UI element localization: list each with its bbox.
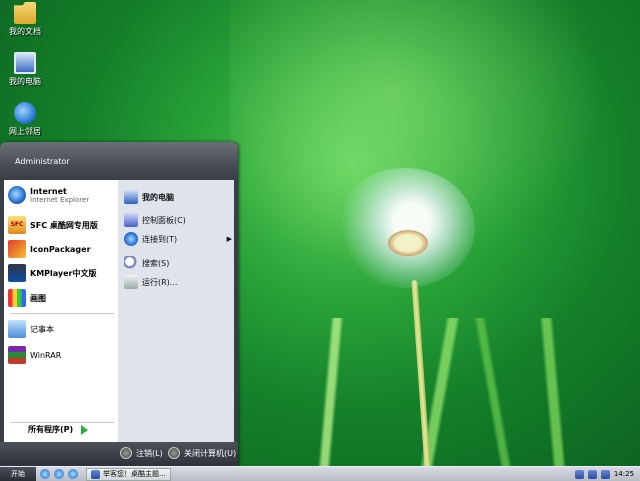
control-panel-icon [124, 213, 138, 227]
start-menu: Administrator Internet Internet Explorer… [0, 142, 238, 466]
clock: 14:25 [613, 470, 634, 478]
computer-icon [14, 52, 36, 74]
internet-explorer-icon [8, 186, 26, 204]
quicklaunch-media-icon[interactable] [54, 469, 64, 479]
logoff-button[interactable]: 注销(L) [120, 447, 163, 459]
search-icon [124, 256, 138, 270]
connect-to-icon [124, 232, 138, 246]
menu-item-label: SFC 桌酷网专用版 [30, 220, 98, 230]
start-menu-user: Administrator [0, 142, 238, 179]
start-button[interactable]: 开始 [0, 467, 36, 481]
menu-item-label: Internet [30, 186, 67, 196]
menu-item-label: 连接到(T) [142, 234, 178, 244]
network-icon [14, 102, 36, 124]
sfc-icon: SFC [8, 216, 26, 234]
my-computer-icon [124, 190, 138, 204]
desktop-icon-label: 网上邻居 [9, 127, 41, 136]
shutdown-label: 关闭计算机(U) [184, 448, 237, 458]
start-menu-footer: 注销(L) 关闭计算机(U) [0, 442, 238, 466]
winrar-icon [8, 346, 26, 364]
quicklaunch-desktop-icon[interactable] [68, 469, 78, 479]
dandelion-puff [335, 168, 475, 288]
notepad-icon [8, 320, 26, 338]
taskbar-window-button[interactable]: 举客您！桌酷主题... [86, 467, 171, 481]
window-icon [91, 469, 100, 479]
menu-item-label: IconPackager [30, 244, 91, 254]
tray-volume-icon[interactable] [587, 469, 597, 479]
menu-item-label: 画图 [30, 293, 46, 303]
run-icon [124, 275, 138, 289]
taskbar: 开始 举客您！桌酷主题... 14:25 [0, 466, 640, 481]
menu-separator [10, 313, 114, 314]
paint-icon [8, 289, 26, 307]
tray-app-icon[interactable] [600, 469, 610, 479]
menu-item-control-panel[interactable]: 控制面板(C) [124, 213, 232, 227]
desktop-icon-my-documents[interactable]: 我的文档 [3, 2, 47, 37]
all-programs-button[interactable]: 所有程序(P) [28, 424, 89, 435]
menu-item-run[interactable]: 运行(R)... [124, 275, 232, 289]
menu-item-label: 记事本 [30, 324, 54, 334]
submenu-arrow-icon: ▶ [226, 235, 232, 243]
quicklaunch-ie-icon[interactable] [40, 469, 50, 479]
menu-item-my-computer[interactable]: 我的电脑 [124, 190, 232, 204]
desktop-icon-network[interactable]: 网上邻居 [3, 102, 47, 137]
menu-item-label: 搜索(S) [142, 258, 170, 268]
system-tray: 14:25 [574, 469, 640, 479]
menu-item-connect-to[interactable]: 连接到(T) ▶ [124, 232, 232, 246]
menu-item-label: KMPlayer中文版 [30, 268, 97, 278]
desktop-icon-label: 我的文档 [9, 27, 41, 36]
taskbar-window-label: 举客您！桌酷主题... [103, 470, 166, 478]
logoff-label: 注销(L) [136, 448, 163, 458]
menu-item-label: 我的电脑 [142, 192, 174, 202]
menu-item-iconpackager[interactable]: IconPackager [8, 240, 91, 258]
menu-item-internet[interactable]: Internet Internet Explorer [8, 186, 89, 204]
desktop-icon-label: 我的电脑 [9, 77, 41, 86]
logoff-icon [120, 447, 132, 459]
menu-item-label: 运行(R)... [142, 277, 178, 287]
kmplayer-icon [8, 264, 26, 282]
power-icon [168, 447, 180, 459]
iconpackager-icon [8, 240, 26, 258]
shutdown-button[interactable]: 关闭计算机(U) [168, 447, 236, 459]
menu-item-search[interactable]: 搜索(S) [124, 256, 232, 270]
menu-item-sub: Internet Explorer [30, 195, 90, 204]
menu-item-kmplayer[interactable]: KMPlayer中文版 [8, 264, 97, 282]
wallpaper-grass [250, 318, 640, 468]
dandelion-core [388, 230, 428, 256]
desktop-icon-my-computer[interactable]: 我的电脑 [3, 52, 47, 87]
menu-item-sfc[interactable]: SFC SFC 桌酷网专用版 [8, 216, 98, 234]
menu-item-label: 控制面板(C) [142, 215, 186, 225]
start-menu-places: 我的电脑 控制面板(C) 连接到(T) ▶ 搜索(S) 运行(R)... [118, 180, 234, 442]
green-arrow-icon [81, 424, 89, 435]
menu-item-winrar[interactable]: WinRAR [8, 346, 61, 364]
menu-item-label: WinRAR [30, 350, 62, 360]
menu-item-notepad[interactable]: 记事本 [8, 320, 54, 338]
start-menu-programs: Internet Internet Explorer SFC SFC 桌酷网专用… [4, 180, 118, 442]
menu-separator [10, 422, 114, 423]
menu-item-paint[interactable]: 画图 [8, 289, 46, 307]
tray-network-icon[interactable] [574, 469, 584, 479]
all-programs-label: 所有程序(P) [28, 425, 74, 434]
folder-docs-icon [14, 2, 36, 24]
start-label: 开始 [11, 470, 25, 478]
